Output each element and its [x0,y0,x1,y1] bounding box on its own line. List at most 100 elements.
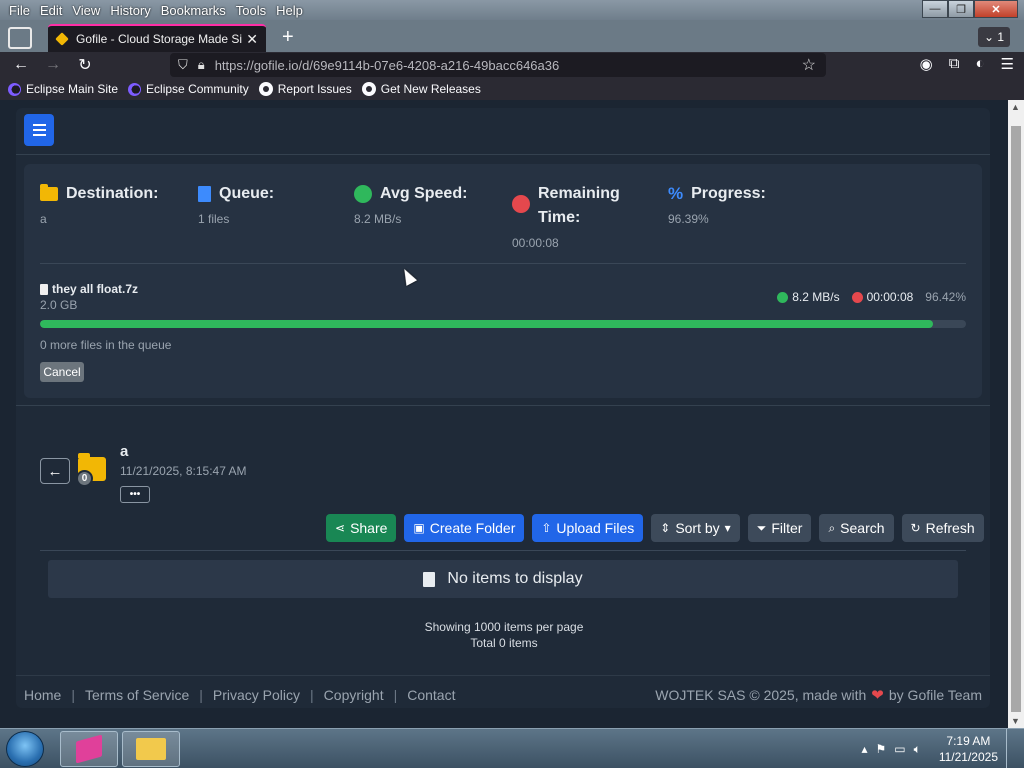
back-arrow-icon[interactable]: ← [10,56,32,74]
page-footer: Home | Terms of Service | Privacy Policy | … [24,686,982,704]
lock-icon[interactable]: 🔒︎ [198,57,205,73]
shield-icon[interactable]: ⛉ [178,57,188,73]
cancel-button[interactable]: Cancel [40,362,84,382]
footer-divider [16,675,990,676]
stat-label: Avg Speed: [380,185,468,202]
close-window-button[interactable]: ✕ [974,0,1018,18]
folder-count-badge: 0 [76,470,93,487]
network-icon[interactable]: ▭ [894,742,905,756]
share-button[interactable]: ⋖ Share [326,514,397,542]
bookmark-eclipse-main[interactable]: Eclipse Main Site [8,82,118,96]
close-tab-icon[interactable]: ✕ [246,31,258,48]
clock-icon [512,195,530,213]
extensions-icon[interactable]: ⧉ [949,55,960,73]
queue-note: 0 more files in the queue [40,338,172,352]
button-label: Refresh [925,520,975,536]
menu-help[interactable]: Help [271,3,308,18]
reload-icon[interactable]: ↻ [74,55,96,75]
menu-bar: File Edit View History Bookmarks Tools H… [0,0,1024,20]
bookmark-label: Get New Releases [380,82,481,96]
taskbar-app-browser[interactable] [60,731,118,767]
menu-view[interactable]: View [67,3,105,18]
menu-file[interactable]: File [4,3,35,18]
folder-more-button[interactable]: ••• [120,486,150,503]
remaining-value: 00:00:08 [512,236,559,250]
footer-sep: | [393,687,398,703]
bookmark-report-issues[interactable]: Report Issues [258,82,352,96]
bookmark-label: Eclipse Main Site [26,82,119,96]
file-speed: 8.2 MB/s [792,290,840,304]
file-excel-icon [423,571,436,587]
tray-expand-icon[interactable]: ▴ [861,742,867,756]
search-button[interactable]: ⌕ Search [819,514,894,542]
stat-destination: Destination: a [40,182,158,226]
minimize-button[interactable]: — [922,0,948,18]
share-icon: ⋖ [335,521,346,535]
volume-muted-icon[interactable]: 🔈︎ [914,742,921,757]
eclipse-icon [128,82,142,96]
account-icon[interactable]: ◉ [920,55,933,73]
stat-remaining: Remaining Time: 00:00:08 [512,182,628,250]
forward-arrow-icon[interactable]: → [42,56,64,74]
footer-link-home[interactable]: Home [24,687,61,703]
heart-icon: ❤ [871,687,884,704]
bookmark-get-new-releases[interactable]: Get New Releases [361,82,481,96]
button-label: Search [840,520,885,536]
page-scrollbar[interactable]: ▲ ▼ [1008,100,1024,728]
bookmark-star-icon[interactable]: ☆ [802,55,816,75]
folder-date: 11/21/2025, 8:15:47 AM [120,464,247,478]
footer-link-copyright[interactable]: Copyright [324,687,384,703]
scrollbar-thumb[interactable] [1011,126,1021,712]
menu-tools[interactable]: Tools [231,3,271,18]
bookmark-eclipse-community[interactable]: Eclipse Community [128,82,249,96]
scroll-up-icon[interactable]: ▲ [1011,102,1020,112]
new-tab-plus-icon[interactable]: + [282,26,294,49]
show-desktop-button[interactable] [1006,729,1016,768]
nav-bar: ← → ↻ ⛉ 🔒︎ https://gofile.io/d/69e9114b-… [0,52,1024,78]
parent-folder-button[interactable]: ← [40,458,70,484]
tray-clock[interactable]: 7:19 AM 11/21/2025 [939,733,998,765]
start-button[interactable] [6,731,44,767]
maximize-button[interactable]: ❐ [948,0,974,18]
taskbar: ▴ ⚑ ▭ 🔈︎ 7:19 AM 11/21/2025 [0,728,1024,768]
upload-icon: ⇧ [541,521,552,535]
menu-history[interactable]: History [105,3,155,18]
footer-link-contact[interactable]: Contact [407,687,455,703]
queue-value: 1 files [198,212,230,226]
addon-icon[interactable]: ◐ [975,55,984,73]
taskbar-app-explorer[interactable] [122,731,180,767]
tab-gofile[interactable]: Gofile - Cloud Storage Made Sir ✕ [48,24,266,52]
refresh-button[interactable]: ↻ Refresh [901,514,984,542]
scroll-down-icon[interactable]: ▼ [1011,716,1020,726]
clock-time: 7:19 AM [946,734,991,748]
button-label: Upload Files [556,520,635,536]
stat-label: Destination: [66,185,159,202]
filter-button[interactable]: ⏷ Filter [747,514,812,542]
header-divider [16,154,990,155]
file-name-text: they all float.7z [52,282,139,296]
menu-edit[interactable]: Edit [35,3,67,18]
tab-overflow-button[interactable]: ⌄ 1 [978,27,1010,47]
tab-list-icon[interactable] [8,27,32,49]
credit-text: by Gofile Team [888,687,982,703]
footer-link-privacy[interactable]: Privacy Policy [213,687,300,703]
upload-files-button[interactable]: ⇧ Upload Files [532,514,644,542]
url-text[interactable]: https://gofile.io/d/69e9114b-07e6-4208-a… [215,58,802,73]
bookmarks-bar: Eclipse Main Site Eclipse Community Repo… [0,78,1024,100]
stat-queue: Queue: 1 files [198,182,274,226]
search-icon: ⌕ [828,520,836,535]
hamburger-menu-button[interactable] [24,114,54,146]
url-bar[interactable]: ⛉ 🔒︎ https://gofile.io/d/69e9114b-07e6-4… [170,53,826,77]
app-menu-icon[interactable]: ☰ [1001,55,1014,73]
arrow-left-icon: ← [47,462,63,480]
speed-value: 8.2 MB/s [354,212,402,226]
stat-label: Remaining Time: [538,185,620,226]
create-folder-button[interactable]: ▣ Create Folder [404,514,525,542]
sort-by-button[interactable]: ⇕ Sort by ▾ [651,514,740,542]
action-center-icon[interactable]: ⚑ [876,742,887,756]
items-per-page: Showing 1000 items per page [424,620,584,634]
file-icon [198,186,211,202]
footer-sep: | [310,687,314,703]
menu-bookmarks[interactable]: Bookmarks [156,3,231,18]
footer-link-terms[interactable]: Terms of Service [85,687,189,703]
